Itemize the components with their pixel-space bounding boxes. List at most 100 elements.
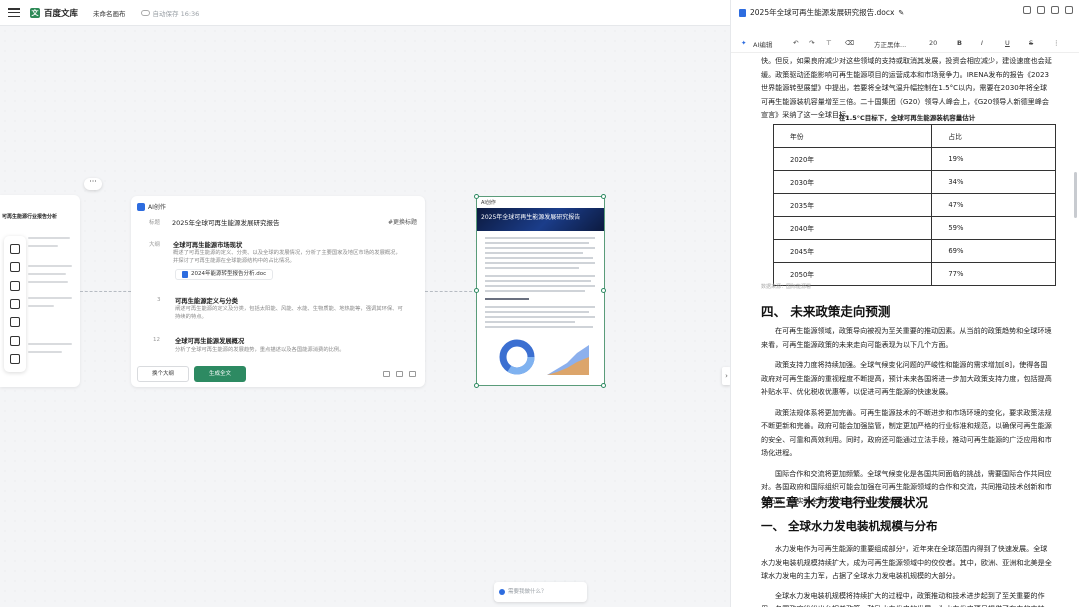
chapter-heading: 第三章 水力发电行业发展状况 [761,495,928,510]
section-heading: 一、 全球水力发电装机规模与分布 [761,519,938,533]
ai-icon [137,202,145,211]
change-outline-button[interactable]: 换个大纲 [137,366,189,382]
format-painter-icon[interactable]: ⊤ [826,39,832,47]
text-line [485,262,595,264]
underline-button[interactable]: U [1005,39,1010,47]
fullscreen-icon[interactable] [1051,6,1059,14]
text-line [485,242,589,244]
redo-icon[interactable]: ↷ [809,39,814,47]
resize-handle[interactable] [474,194,479,199]
document-filename[interactable]: 2025年全球可再生能源发展研究报告.docx [750,7,894,18]
image-icon[interactable] [10,317,20,328]
strikethrough-button[interactable]: S [1029,39,1033,47]
canvas-name[interactable]: 未命名画布 [88,6,131,20]
text-line [485,285,595,287]
outline-heading[interactable]: 可再生能源定义与分类 [175,296,238,305]
outline-text: 分析了全球可再生能源的发展趋势，重点描述以及各国能源消费的比例。 [175,347,345,353]
upload-icon[interactable] [10,335,20,346]
table-cell: 47% [931,193,1056,217]
ai-creation-card[interactable]: AI创作 标题 2025年全球可再生能源发展研究报告 #更换标题 大纲 全球可再… [131,196,425,387]
text-line [28,237,70,239]
text-line [28,343,72,345]
like-icon[interactable] [396,371,403,377]
ask-input[interactable]: 需要我做什么？ [494,582,587,602]
bold-button[interactable]: B [957,39,962,47]
ai-edit-icon[interactable]: ✦ [741,39,746,47]
resize-handle[interactable] [601,288,606,293]
file-icon [182,271,188,278]
refresh-title-button[interactable]: #更换标题 [388,217,417,226]
table-cell: 2045年 [772,239,933,263]
format-toolbar: ✦ AI编辑 ↶ ↷ ⊤ ⌫ 方正黑体... 20 B I U S ⋮ [731,33,1079,53]
table-cell: 77% [931,262,1056,286]
table-cell: 2020年 [772,147,933,171]
brand-name: 百度文库 [44,8,79,19]
dislike-icon[interactable] [409,371,416,377]
table-cell: 2040年 [772,216,933,240]
document-icon[interactable] [10,244,20,255]
rename-icon[interactable]: ✎ [898,9,904,17]
connector-line [425,291,477,292]
text-line [485,306,595,308]
paragraph: 在可再生能源领域，政策导向被视为至关重要的推动因素。从当前的政策趋势和全球环境来… [761,326,1052,349]
outline-number: 12 [153,337,160,343]
download-icon[interactable] [1023,6,1031,14]
table-cell: 59% [931,216,1056,240]
document-thumbnail[interactable]: AI创作 2025年全球可再生能源发展研究报告 [476,196,605,386]
ai-card-header-text: AI创作 [148,204,166,211]
thumbnail-chart [499,339,589,375]
table-caption: 在1.5°C目标下，全球可再生能源装机容量估计 [838,114,976,122]
reference-chip[interactable]: 2024年能源转型报告分析.doc [175,269,274,280]
list-icon[interactable] [10,280,20,291]
undo-icon[interactable]: ↶ [793,39,798,47]
edit-icon[interactable] [10,298,20,309]
ai-edit-button[interactable]: AI编辑 [753,39,772,49]
word-file-icon [739,8,746,17]
clear-format-icon[interactable]: ⌫ [845,39,854,47]
outline-heading[interactable]: 全球可再生能源市场现状 [173,240,242,249]
title-label: 标题 [149,220,161,226]
italic-button[interactable]: I [981,39,983,47]
ask-placeholder: 需要我做什么？ [508,589,547,595]
font-size-select[interactable]: 20 [929,39,937,47]
scrollbar[interactable] [1074,172,1077,218]
section-heading: 四、 未来政策走向预测 [761,304,891,319]
hydro-section[interactable]: 水力发电作为可再生能源的重要组成部分²，近年来在全球范围内得到了快速发展。全球水… [761,542,1053,607]
save-status-text: 自动保存 16:36 [152,9,200,18]
resize-handle[interactable] [474,383,479,388]
paragraph: 水力发电作为可再生能源的重要组成部分²，近年来在全球范围内得到了快速发展。全球水… [761,544,1052,580]
text-line [485,247,595,249]
menu-icon[interactable] [8,8,20,17]
document-header: 2025年全球可再生能源发展研究报告.docx ✎ [739,7,904,18]
reference-chip-label: 2024年能源转型报告分析.doc [191,271,267,277]
resize-handle[interactable] [601,194,606,199]
text-line [485,298,529,300]
copy-icon[interactable] [10,262,20,273]
resize-handle[interactable] [601,383,606,388]
policy-section[interactable]: 在可再生能源领域，政策导向被视为至关重要的推动因素。从当前的政策趋势和全球环境来… [761,324,1053,507]
share-icon[interactable] [1037,6,1045,14]
more-icon[interactable]: ⋮ [1053,39,1060,47]
brand[interactable]: 文 百度文库 [30,7,78,19]
more-options-icon[interactable]: ··· [84,178,102,190]
table-cell: 34% [931,170,1056,194]
ai-icon [499,589,505,595]
text-line [485,267,579,269]
save-status: 自动保存 16:36 [140,8,200,18]
top-bar: 文 百度文库 未命名画布 自动保存 16:36 [0,0,730,26]
resize-handle[interactable] [474,288,479,293]
thumbnail-title: 2025年全球可再生能源发展研究报告 [481,214,581,221]
text-line [485,257,593,259]
doc-title[interactable]: 2025年全球可再生能源发展研究报告 [172,217,280,227]
cloud-icon [140,9,150,16]
font-family-select[interactable]: 方正黑体... [874,39,906,49]
text-line [485,252,583,254]
close-icon[interactable] [1065,6,1073,14]
table-source: 数据来源：国际能源署 [761,284,812,290]
link-icon[interactable] [10,353,20,364]
brand-logo-icon: 文 [30,7,40,18]
generate-full-text-button[interactable]: 生成全文 [194,366,246,382]
copy-icon[interactable] [383,371,390,377]
outline-heading[interactable]: 全球可再生能源发展概况 [175,336,244,345]
outline-label: 大纲 [149,242,161,248]
